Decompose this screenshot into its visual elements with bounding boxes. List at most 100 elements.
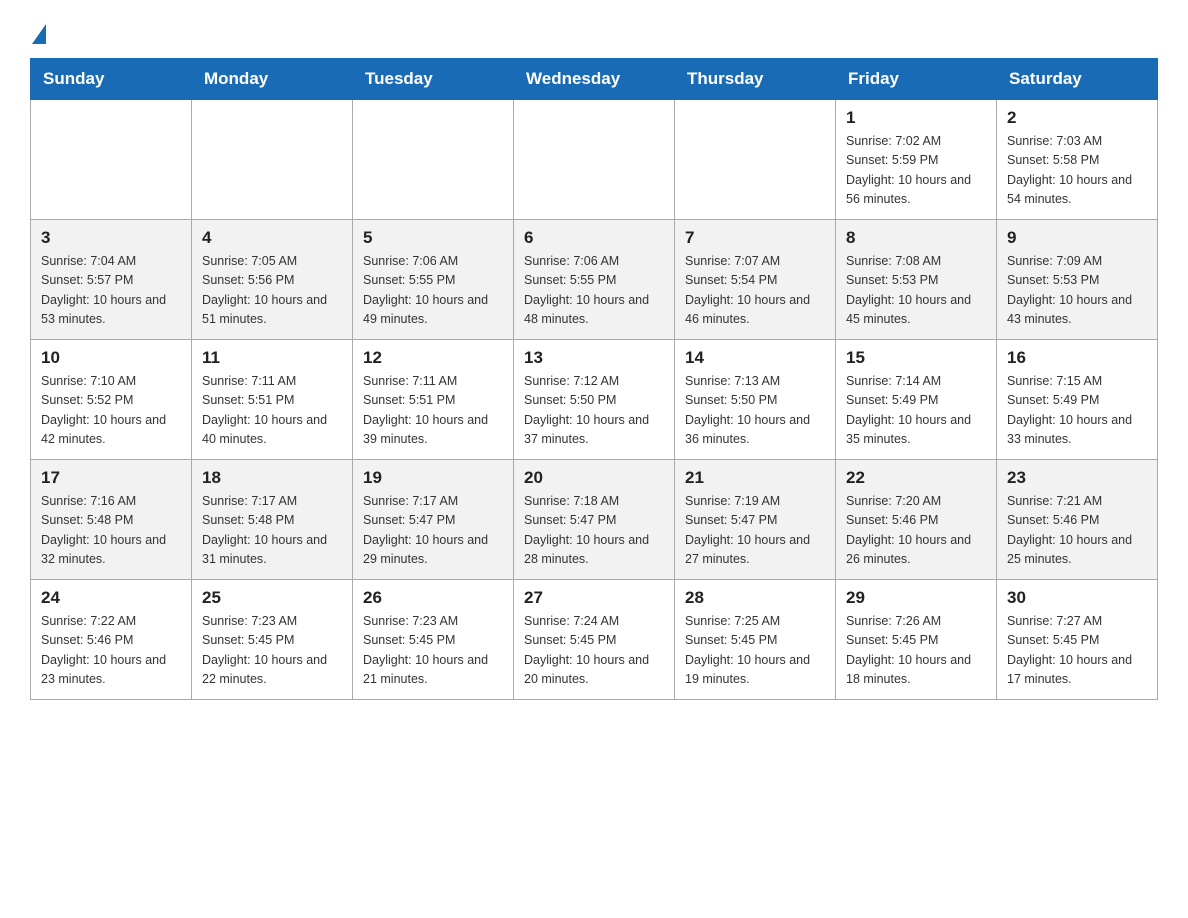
day-number: 11: [202, 348, 342, 368]
day-number: 26: [363, 588, 503, 608]
weekday-header-thursday: Thursday: [675, 59, 836, 100]
day-info: Sunrise: 7:04 AMSunset: 5:57 PMDaylight:…: [41, 252, 181, 330]
calendar-cell: 16 Sunrise: 7:15 AMSunset: 5:49 PMDayligh…: [997, 340, 1158, 460]
day-info: Sunrise: 7:15 AMSunset: 5:49 PMDaylight:…: [1007, 372, 1147, 450]
calendar-cell: [192, 100, 353, 220]
calendar-cell: 27 Sunrise: 7:24 AMSunset: 5:45 PMDayligh…: [514, 580, 675, 700]
calendar-cell: 3 Sunrise: 7:04 AMSunset: 5:57 PMDaylight…: [31, 220, 192, 340]
day-number: 10: [41, 348, 181, 368]
day-number: 1: [846, 108, 986, 128]
day-info: Sunrise: 7:21 AMSunset: 5:46 PMDaylight:…: [1007, 492, 1147, 570]
calendar-cell: 4 Sunrise: 7:05 AMSunset: 5:56 PMDaylight…: [192, 220, 353, 340]
day-info: Sunrise: 7:09 AMSunset: 5:53 PMDaylight:…: [1007, 252, 1147, 330]
calendar-cell: 7 Sunrise: 7:07 AMSunset: 5:54 PMDaylight…: [675, 220, 836, 340]
day-number: 19: [363, 468, 503, 488]
day-number: 5: [363, 228, 503, 248]
day-number: 23: [1007, 468, 1147, 488]
calendar-cell: 5 Sunrise: 7:06 AMSunset: 5:55 PMDaylight…: [353, 220, 514, 340]
calendar-cell: [31, 100, 192, 220]
logo-triangle-icon: [32, 24, 46, 44]
calendar-cell: 20 Sunrise: 7:18 AMSunset: 5:47 PMDayligh…: [514, 460, 675, 580]
day-info: Sunrise: 7:16 AMSunset: 5:48 PMDaylight:…: [41, 492, 181, 570]
day-number: 17: [41, 468, 181, 488]
weekday-header-row: SundayMondayTuesdayWednesdayThursdayFrid…: [31, 59, 1158, 100]
calendar-cell: 12Sunrise: 7:11 AMSunset: 5:51 PMDayligh…: [353, 340, 514, 460]
calendar-cell: 13 Sunrise: 7:12 AMSunset: 5:50 PMDayligh…: [514, 340, 675, 460]
calendar-cell: 29 Sunrise: 7:26 AMSunset: 5:45 PMDayligh…: [836, 580, 997, 700]
day-number: 24: [41, 588, 181, 608]
calendar-cell: 8Sunrise: 7:08 AMSunset: 5:53 PMDaylight…: [836, 220, 997, 340]
calendar-cell: 10 Sunrise: 7:10 AMSunset: 5:52 PMDayligh…: [31, 340, 192, 460]
day-number: 30: [1007, 588, 1147, 608]
day-info: Sunrise: 7:25 AMSunset: 5:45 PMDaylight:…: [685, 612, 825, 690]
calendar-cell: 25 Sunrise: 7:23 AMSunset: 5:45 PMDayligh…: [192, 580, 353, 700]
day-info: Sunrise: 7:03 AMSunset: 5:58 PMDaylight:…: [1007, 132, 1147, 210]
day-info: Sunrise: 7:19 AMSunset: 5:47 PMDaylight:…: [685, 492, 825, 570]
day-info: Sunrise: 7:14 AMSunset: 5:49 PMDaylight:…: [846, 372, 986, 450]
page-header: [30, 20, 1158, 40]
calendar-table: SundayMondayTuesdayWednesdayThursdayFrid…: [30, 58, 1158, 700]
day-number: 25: [202, 588, 342, 608]
calendar-cell: 14 Sunrise: 7:13 AMSunset: 5:50 PMDayligh…: [675, 340, 836, 460]
day-info: Sunrise: 7:22 AMSunset: 5:46 PMDaylight:…: [41, 612, 181, 690]
day-info: Sunrise: 7:07 AMSunset: 5:54 PMDaylight:…: [685, 252, 825, 330]
day-number: 20: [524, 468, 664, 488]
day-number: 18: [202, 468, 342, 488]
day-info: Sunrise: 7:06 AMSunset: 5:55 PMDaylight:…: [363, 252, 503, 330]
day-number: 21: [685, 468, 825, 488]
day-number: 9: [1007, 228, 1147, 248]
calendar-cell: 1 Sunrise: 7:02 AMSunset: 5:59 PMDaylight…: [836, 100, 997, 220]
day-info: Sunrise: 7:24 AMSunset: 5:45 PMDaylight:…: [524, 612, 664, 690]
calendar-cell: 15 Sunrise: 7:14 AMSunset: 5:49 PMDayligh…: [836, 340, 997, 460]
calendar-cell: 28Sunrise: 7:25 AMSunset: 5:45 PMDayligh…: [675, 580, 836, 700]
calendar-cell: 26 Sunrise: 7:23 AMSunset: 5:45 PMDayligh…: [353, 580, 514, 700]
day-number: 4: [202, 228, 342, 248]
calendar-cell: 9 Sunrise: 7:09 AMSunset: 5:53 PMDaylight…: [997, 220, 1158, 340]
calendar-cell: [514, 100, 675, 220]
day-info: Sunrise: 7:06 AMSunset: 5:55 PMDaylight:…: [524, 252, 664, 330]
day-info: Sunrise: 7:17 AMSunset: 5:48 PMDaylight:…: [202, 492, 342, 570]
day-info: Sunrise: 7:10 AMSunset: 5:52 PMDaylight:…: [41, 372, 181, 450]
day-number: 15: [846, 348, 986, 368]
day-info: Sunrise: 7:05 AMSunset: 5:56 PMDaylight:…: [202, 252, 342, 330]
calendar-cell: 11 Sunrise: 7:11 AMSunset: 5:51 PMDayligh…: [192, 340, 353, 460]
weekday-header-wednesday: Wednesday: [514, 59, 675, 100]
day-number: 27: [524, 588, 664, 608]
calendar-cell: 17 Sunrise: 7:16 AMSunset: 5:48 PMDayligh…: [31, 460, 192, 580]
day-number: 29: [846, 588, 986, 608]
day-info: Sunrise: 7:11 AMSunset: 5:51 PMDaylight:…: [202, 372, 342, 450]
day-info: Sunrise: 7:13 AMSunset: 5:50 PMDaylight:…: [685, 372, 825, 450]
calendar-cell: 19 Sunrise: 7:17 AMSunset: 5:47 PMDayligh…: [353, 460, 514, 580]
day-number: 2: [1007, 108, 1147, 128]
day-info: Sunrise: 7:23 AMSunset: 5:45 PMDaylight:…: [363, 612, 503, 690]
day-number: 14: [685, 348, 825, 368]
day-info: Sunrise: 7:17 AMSunset: 5:47 PMDaylight:…: [363, 492, 503, 570]
day-number: 22: [846, 468, 986, 488]
weekday-header-friday: Friday: [836, 59, 997, 100]
day-info: Sunrise: 7:20 AMSunset: 5:46 PMDaylight:…: [846, 492, 986, 570]
calendar-week-5: 24 Sunrise: 7:22 AMSunset: 5:46 PMDayligh…: [31, 580, 1158, 700]
calendar-week-4: 17 Sunrise: 7:16 AMSunset: 5:48 PMDayligh…: [31, 460, 1158, 580]
day-info: Sunrise: 7:26 AMSunset: 5:45 PMDaylight:…: [846, 612, 986, 690]
calendar-cell: 6 Sunrise: 7:06 AMSunset: 5:55 PMDaylight…: [514, 220, 675, 340]
day-number: 16: [1007, 348, 1147, 368]
weekday-header-sunday: Sunday: [31, 59, 192, 100]
day-number: 13: [524, 348, 664, 368]
day-number: 3: [41, 228, 181, 248]
weekday-header-monday: Monday: [192, 59, 353, 100]
calendar-cell: 24 Sunrise: 7:22 AMSunset: 5:46 PMDayligh…: [31, 580, 192, 700]
day-info: Sunrise: 7:23 AMSunset: 5:45 PMDaylight:…: [202, 612, 342, 690]
day-info: Sunrise: 7:02 AMSunset: 5:59 PMDaylight:…: [846, 132, 986, 210]
day-number: 6: [524, 228, 664, 248]
calendar-cell: 18 Sunrise: 7:17 AMSunset: 5:48 PMDayligh…: [192, 460, 353, 580]
day-info: Sunrise: 7:18 AMSunset: 5:47 PMDaylight:…: [524, 492, 664, 570]
calendar-week-3: 10 Sunrise: 7:10 AMSunset: 5:52 PMDayligh…: [31, 340, 1158, 460]
day-number: 12: [363, 348, 503, 368]
calendar-cell: [675, 100, 836, 220]
day-number: 7: [685, 228, 825, 248]
calendar-cell: 23 Sunrise: 7:21 AMSunset: 5:46 PMDayligh…: [997, 460, 1158, 580]
day-info: Sunrise: 7:12 AMSunset: 5:50 PMDaylight:…: [524, 372, 664, 450]
weekday-header-saturday: Saturday: [997, 59, 1158, 100]
calendar-cell: [353, 100, 514, 220]
calendar-week-1: 1 Sunrise: 7:02 AMSunset: 5:59 PMDaylight…: [31, 100, 1158, 220]
